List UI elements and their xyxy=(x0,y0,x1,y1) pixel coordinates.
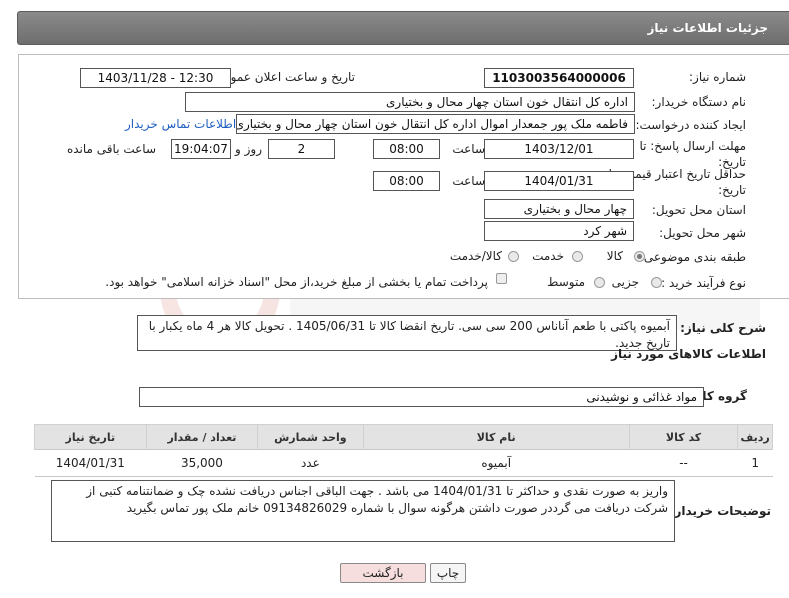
category-option-service: خدمت xyxy=(532,249,564,263)
goods-info-heading: اطلاعات کالاهای مورد نیاز xyxy=(611,347,766,361)
item-quantity: 35,000 xyxy=(146,449,258,477)
col-qty-header: تعداد / مقدار xyxy=(145,424,259,450)
category-radio-service[interactable] xyxy=(572,251,583,262)
remaining-time-field: 19:04:07 xyxy=(171,139,231,159)
buyer-name-label: نام دستگاه خریدار: xyxy=(651,95,747,109)
general-desc-label: شرح کلی نیاز: xyxy=(680,321,766,335)
requester-label: ایجاد کننده درخواست: xyxy=(635,118,746,132)
row-number: 1 xyxy=(737,449,773,477)
page-header: جزئیات اطلاعات نیاز xyxy=(17,11,789,45)
buyer-desc-label: توضیحات خریدار: xyxy=(669,504,771,518)
col-row-header: ردیف xyxy=(737,424,773,450)
city-label: شهر محل تحویل: xyxy=(659,226,746,240)
process-option-medium: متوسط xyxy=(547,275,585,289)
treasury-payment-checkbox[interactable] xyxy=(496,273,507,284)
category-option-goods: کالا xyxy=(606,249,623,263)
announce-label: تاریخ و ساعت اعلان عمومی: xyxy=(210,70,355,84)
province-label: استان محل تحویل: xyxy=(651,203,746,217)
goods-table: ردیف کد کالا نام کالا واحد شمارش تعداد /… xyxy=(34,424,773,477)
back-button[interactable]: بازگشت xyxy=(340,563,426,583)
process-radio-medium[interactable] xyxy=(594,277,605,288)
category-radio-goods-service[interactable] xyxy=(508,251,519,262)
city-field: شهر کرد xyxy=(484,221,634,241)
item-unit: عدد xyxy=(257,449,363,477)
process-radio-minor[interactable] xyxy=(651,277,662,288)
print-button[interactable]: چاپ xyxy=(430,563,466,583)
goods-table-header: ردیف کد کالا نام کالا واحد شمارش تعداد /… xyxy=(34,424,773,450)
announce-datetime-field: 1403/11/28 - 12:30 xyxy=(80,68,231,88)
page-title: جزئیات اطلاعات نیاز xyxy=(647,21,768,35)
item-name: آبمیوه xyxy=(363,449,630,477)
remaining-time-label: ساعت باقی مانده xyxy=(66,142,156,156)
requester-field: فاطمه ملک پور جمعدار اموال اداره کل انتق… xyxy=(236,114,635,134)
table-row: 1 -- آبمیوه عدد 35,000 1404/01/31 xyxy=(34,449,773,477)
province-field: چهار محال و بختیاری xyxy=(484,199,634,219)
treasury-payment-note: پرداخت تمام یا بخشی از مبلغ خرید،از محل … xyxy=(105,275,488,289)
item-code: -- xyxy=(629,449,738,477)
buyer-contact-link[interactable]: اطلاعات تماس خریدار xyxy=(125,117,236,131)
col-name-header: نام کالا xyxy=(362,424,630,450)
need-number-label: شماره نیاز: xyxy=(689,70,746,84)
general-desc-field: آبمیوه پاکتی با طعم آناناس 200 سی سی. تا… xyxy=(137,315,677,351)
validity-time-field: 08:00 xyxy=(373,171,440,191)
category-label: طبقه بندی موضوعی: xyxy=(639,250,746,264)
send-time-label: ساعت xyxy=(452,142,485,156)
buyer-name-field: اداره کل انتقال خون استان چهار محال و بخ… xyxy=(185,92,635,112)
validity-time-label: ساعت xyxy=(452,174,485,188)
send-time-field: 08:00 xyxy=(373,139,440,159)
process-type-label: نوع فرآیند خرید : xyxy=(661,276,746,290)
need-number-field: 1103003564000006 xyxy=(484,68,634,88)
category-radio-goods[interactable] xyxy=(634,251,645,262)
process-option-minor: جزیی xyxy=(611,275,639,289)
buyer-desc-field: واریز به صورت نقدی و حداکثر تا 1404/01/3… xyxy=(51,480,675,542)
days-remaining-field: 2 xyxy=(268,139,335,159)
col-date-header: تاریخ نیاز xyxy=(34,424,147,450)
col-code-header: کد کالا xyxy=(628,424,739,450)
days-label: روز و xyxy=(235,142,262,156)
category-option-goods-service: کالا/خدمت xyxy=(449,249,502,263)
item-need-date: 1404/01/31 xyxy=(34,449,147,477)
validity-date-field: 1404/01/31 xyxy=(484,171,634,191)
col-unit-header: واحد شمارش xyxy=(257,424,364,450)
send-date-field: 1403/12/01 xyxy=(484,139,634,159)
goods-group-field: مواد غذائی و نوشیدنی xyxy=(139,387,704,407)
